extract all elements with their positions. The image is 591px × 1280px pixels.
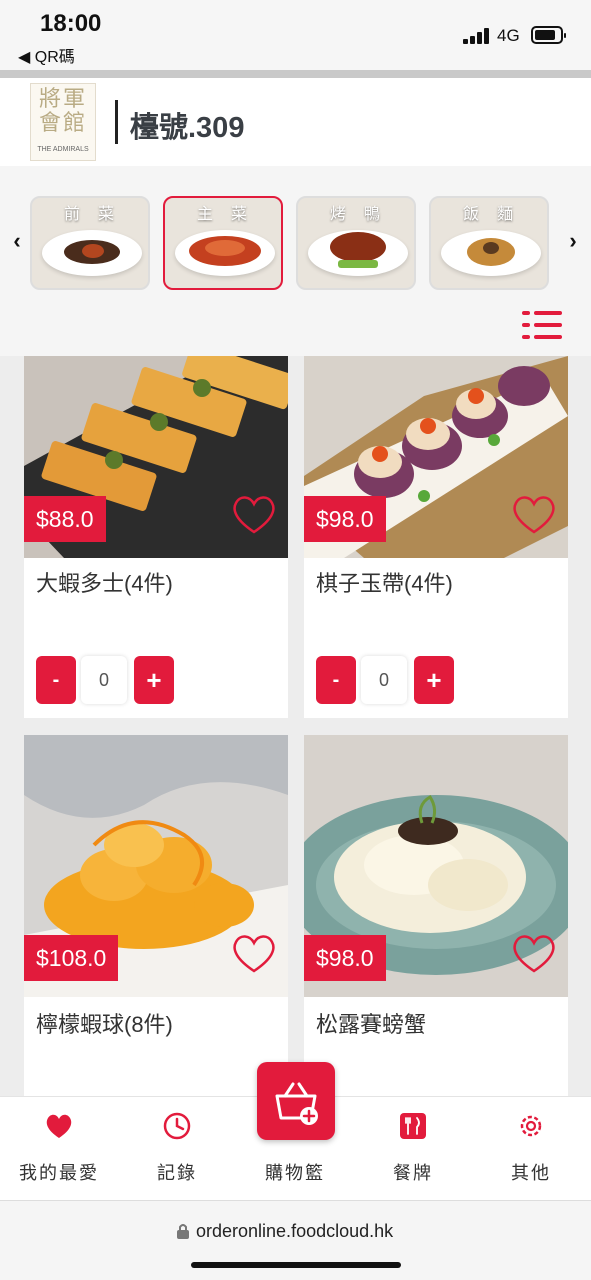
network-type: 4G [497,26,520,45]
price-tag: $108.0 [24,935,119,981]
category-label: 主菜 [196,204,265,223]
quantity-value[interactable]: 0 [361,656,407,704]
nav-history[interactable]: 記錄 [118,1097,236,1201]
header-divider [115,100,118,144]
nav-label: 其他 [511,1163,551,1183]
nav-label: 記錄 [157,1163,197,1183]
product-name: 松露賽螃蟹 [316,1012,427,1037]
quantity-minus-button[interactable]: - [36,656,76,704]
basket-icon [275,1082,318,1125]
product-name: 檸檬蝦球(8件) [36,1012,173,1037]
quantity-minus-button[interactable]: - [316,656,356,704]
chevron-right-icon[interactable]: › [564,228,582,254]
heart-icon[interactable] [230,931,278,975]
dish-image [175,230,275,276]
category-bar: ‹ 前菜 主菜 烤鴨 飯麵 › [0,166,591,356]
cart-button[interactable] [257,1062,335,1140]
category-tab-starters[interactable]: 前菜 [30,196,150,290]
dish-image [441,230,541,276]
quantity-plus-button[interactable]: + [134,656,174,704]
nav-label: 餐牌 [393,1163,433,1183]
clock-icon [163,1112,191,1140]
browser-url-bar: orderonline.foodcloud.hk [0,1200,591,1280]
menu-card-icon [400,1113,426,1139]
page-header: 將軍會館 THE ADMIRALS 檯號.309 [0,78,591,166]
product-name: 大蝦多士(4件) [36,571,173,596]
dish-image [42,230,142,276]
clock-time: 18:00 [40,10,102,37]
product-card[interactable]: $98.0 松露賽螃蟹 [304,735,568,1096]
battery-icon [531,26,566,44]
restaurant-logo[interactable]: 將軍會館 THE ADMIRALS [30,83,96,161]
product-name: 棋子玉帶(4件) [316,571,453,596]
price-tag: $98.0 [304,935,386,981]
url-text[interactable]: orderonline.foodcloud.hk [196,1221,393,1242]
nav-others[interactable]: 其他 [472,1097,590,1201]
heart-icon[interactable] [510,931,558,975]
back-to-app-link[interactable]: ◀ QR碼 [18,43,75,67]
price-tag: $88.0 [24,496,106,542]
category-label: 前菜 [63,204,132,223]
logo-text: THE ADMIRALS [37,146,89,153]
nav-favorites[interactable]: 我的最愛 [0,1097,118,1201]
table-number: 檯號.309 [130,112,245,144]
status-bar: 18:00 ◀ QR碼 4G [0,0,591,70]
signal-icon [463,28,491,44]
nav-menu[interactable]: 餐牌 [354,1097,472,1201]
category-tab-roast-duck[interactable]: 烤鴨 [296,196,416,290]
price-tag: $98.0 [304,496,386,542]
quantity-plus-button[interactable]: + [414,656,454,704]
logo-mark: 將軍會館 [38,87,87,136]
lock-icon [177,1224,189,1239]
category-tab-rice-noodles[interactable]: 飯麵 [429,196,549,290]
heart-icon [46,1114,72,1138]
divider [0,70,591,78]
product-card[interactable]: $108.0 檸檬蝦球(8件) [24,735,288,1096]
heart-icon[interactable] [510,492,558,536]
quantity-value[interactable]: 0 [81,656,127,704]
category-tab-main[interactable]: 主菜 [163,196,283,290]
home-indicator[interactable] [191,1262,401,1268]
product-grid: $88.0 大蝦多士(4件) - 0 + $98.0 棋子玉帶(4件) - 0 … [0,356,591,1096]
product-card[interactable]: $98.0 棋子玉帶(4件) - 0 + [304,356,568,718]
nav-label: 我的最愛 [19,1163,99,1183]
heart-icon[interactable] [230,492,278,536]
nav-label: 購物籃 [265,1163,325,1183]
gear-icon [520,1115,542,1137]
product-card[interactable]: $88.0 大蝦多士(4件) - 0 + [24,356,288,718]
chevron-left-icon[interactable]: ‹ [8,228,26,254]
category-label: 烤鴨 [329,204,398,223]
category-label: 飯麵 [462,204,531,223]
list-menu-icon[interactable] [522,311,562,341]
dish-image [308,230,408,276]
